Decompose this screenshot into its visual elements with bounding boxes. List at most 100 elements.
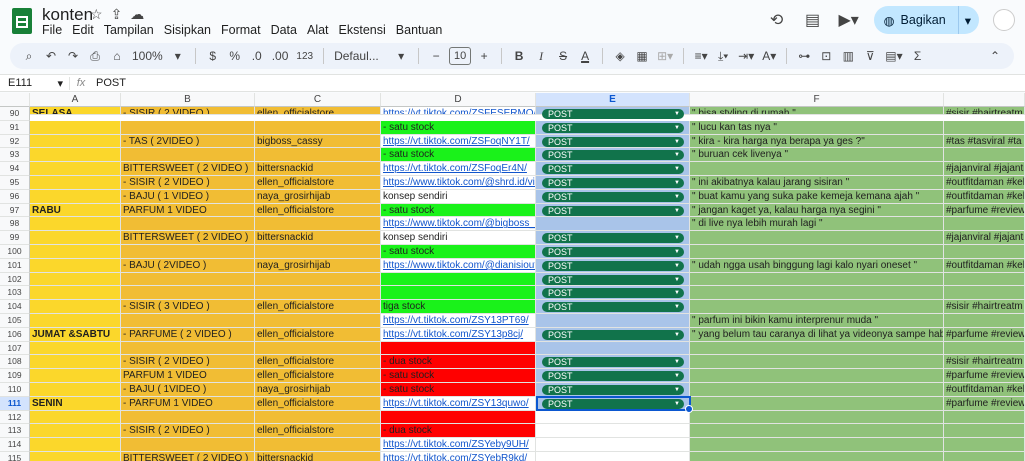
history-icon[interactable]: ⟲	[766, 10, 788, 30]
cell-f[interactable]	[690, 272, 944, 287]
row-header[interactable]: 98	[0, 217, 30, 232]
increase-decimal-button[interactable]: .00	[270, 46, 291, 66]
cell-a[interactable]	[30, 258, 121, 273]
comments-icon[interactable]: ▤	[802, 10, 824, 30]
cell-b[interactable]: BITTERSWEET ( 2 VIDEO )	[121, 452, 255, 461]
cell-b[interactable]: - BAJU ( 2VIDEO )	[121, 258, 255, 273]
text-color-button[interactable]: A	[576, 46, 594, 66]
formula-input[interactable]: POST	[92, 77, 126, 89]
cell-a[interactable]	[30, 162, 121, 176]
cell-b[interactable]	[121, 217, 255, 232]
row-header[interactable]: 95	[0, 176, 30, 190]
strikethrough-button[interactable]: S	[554, 46, 572, 66]
number-format-button[interactable]: 123	[294, 46, 315, 66]
status-dropdown-chip[interactable]: POST	[542, 164, 684, 175]
cell-f[interactable]: " jangan kaget ya, kalau harga nya segin…	[690, 203, 944, 218]
cell-a[interactable]	[30, 272, 121, 287]
row-header[interactable]: 109	[0, 369, 30, 383]
row-header[interactable]: 90	[0, 107, 30, 121]
cell-f[interactable]	[690, 438, 944, 452]
cell-e[interactable]	[536, 424, 690, 439]
cell-c[interactable]: naya_grosirhijab	[255, 383, 381, 397]
cell-g[interactable]: #tas #tasviral #ta	[944, 134, 1025, 149]
cell-f[interactable]: " kira - kira harga nya berapa ya ges ?"	[690, 134, 944, 149]
status-dropdown-chip[interactable]: POST	[542, 122, 684, 133]
column-header-e[interactable]: E	[536, 93, 690, 107]
cell-b[interactable]: - SISIR ( 3 VIDEO )	[121, 300, 255, 314]
row-header[interactable]: 107	[0, 341, 30, 356]
cell-d[interactable]: konsep sendiri	[381, 189, 536, 204]
row-header[interactable]: 102	[0, 272, 30, 287]
status-dropdown-chip[interactable]: POST	[542, 398, 684, 409]
row-header[interactable]: 106	[0, 327, 30, 342]
row-header[interactable]: 101	[0, 258, 30, 273]
cell-g[interactable]	[944, 452, 1025, 461]
cell-b[interactable]: - BAJU ( 1VIDEO )	[121, 383, 255, 397]
cell-d[interactable]: https://www.tiktok.com/@dianisioutfitid	[381, 258, 536, 273]
cell-a[interactable]	[30, 217, 121, 232]
row-header[interactable]: 110	[0, 383, 30, 397]
row-header[interactable]: 93	[0, 148, 30, 163]
chevron-down-icon[interactable]: ▾	[57, 77, 63, 90]
cell-a[interactable]	[30, 438, 121, 452]
paint-format-icon[interactable]: ⌂	[108, 46, 126, 66]
cell-g[interactable]	[944, 272, 1025, 287]
cell-b[interactable]: - SISIR ( 2 VIDEO )	[121, 424, 255, 439]
collapse-toolbar-icon[interactable]: ⌃	[986, 46, 1004, 66]
status-dropdown-chip[interactable]: POST	[542, 178, 684, 188]
menu-item-edit[interactable]: Edit	[72, 23, 94, 37]
cell-g[interactable]: #parfume #review	[944, 327, 1025, 342]
cell-e[interactable]	[536, 410, 690, 425]
print-icon[interactable]: ⎙	[86, 46, 104, 66]
cell-f[interactable]	[690, 369, 944, 383]
align-vertical-icon[interactable]: ⤓▾	[714, 46, 732, 66]
cloud-status-icon[interactable]: ☁	[130, 6, 144, 23]
cell-d[interactable]	[381, 410, 536, 425]
cell-f[interactable]	[690, 286, 944, 301]
menu-item-alat[interactable]: Alat	[307, 23, 329, 37]
cell-c[interactable]: bittersnackid	[255, 452, 381, 461]
cell-b[interactable]: - BAJU ( 1 VIDEO )	[121, 189, 255, 204]
cell-e[interactable]	[536, 341, 690, 356]
cell-c[interactable]: ellen_officialstore	[255, 203, 381, 218]
cell-g[interactable]: #outfitdaman #kek	[944, 189, 1025, 204]
row-header[interactable]: 94	[0, 162, 30, 176]
cell-c[interactable]: ellen_officialstore	[255, 327, 381, 342]
chart-icon[interactable]: ▥	[839, 46, 857, 66]
cell-d[interactable]: https://www.tiktok.com/@shrd.id/video/	[381, 176, 536, 190]
cell-a[interactable]	[30, 300, 121, 314]
font-size-increase-button[interactable]: +	[475, 46, 493, 66]
cell-b[interactable]	[121, 272, 255, 287]
cell-f[interactable]: " bisa styling di rumah "	[690, 107, 944, 115]
cell-f[interactable]	[690, 396, 944, 411]
row-header[interactable]: 100	[0, 245, 30, 259]
cell-d[interactable]: https://vt.tiktok.com/ZSYeby9UH/	[381, 438, 536, 452]
column-header-g[interactable]	[944, 93, 1025, 107]
spreadsheet-grid[interactable]: A B C D E F 90 SELASA - SISIR ( 2 VIDEO ) ellen_o…	[0, 93, 1025, 461]
select-all-corner[interactable]	[0, 93, 30, 107]
cell-e[interactable]	[536, 438, 690, 452]
cell-a[interactable]	[30, 424, 121, 439]
row-header[interactable]: 115	[0, 452, 30, 461]
font-size-input[interactable]: 10	[449, 47, 472, 65]
share-button[interactable]: ◍ Bagikan ▾	[873, 6, 979, 34]
percent-format-button[interactable]: %	[226, 46, 244, 66]
cell-g[interactable]	[944, 286, 1025, 301]
cell-c[interactable]: bittersnackid	[255, 162, 381, 176]
row-header[interactable]: 112	[0, 410, 30, 425]
cell-a[interactable]	[30, 120, 121, 135]
cell-f[interactable]: " udah ngga usah binggung lagi kalo nyar…	[690, 258, 944, 273]
cell-a[interactable]: SENIN	[30, 396, 121, 411]
cell-b[interactable]: PARFUM 1 VIDEO	[121, 369, 255, 383]
row-header[interactable]: 92	[0, 134, 30, 149]
cell-g[interactable]: #jajanviral #jajanti	[944, 162, 1025, 176]
cell-b[interactable]	[121, 314, 255, 328]
row-header[interactable]: 108	[0, 355, 30, 370]
cell-a[interactable]	[30, 355, 121, 370]
cell-d[interactable]: https://vt.tiktok.com/ZSY13quwo/	[381, 396, 536, 411]
cell-f[interactable]	[690, 424, 944, 439]
text-wrap-icon[interactable]: ⇥▾	[736, 46, 756, 66]
font-size-decrease-button[interactable]: −	[427, 46, 445, 66]
cell-g[interactable]	[944, 341, 1025, 356]
cell-d[interactable]: tiga stock	[381, 300, 536, 314]
